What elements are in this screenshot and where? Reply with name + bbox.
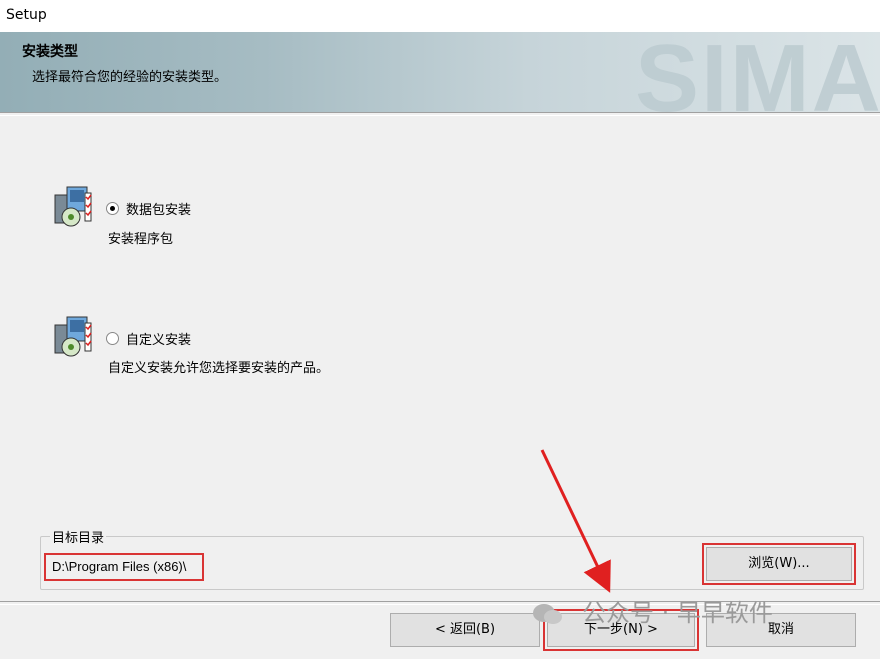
title-bar: Setup: [0, 0, 880, 33]
browse-button[interactable]: 浏览(W)...: [702, 543, 856, 585]
back-button[interactable]: < 返回(B): [390, 613, 540, 647]
window-title: Setup: [6, 7, 47, 23]
radio-custom-install[interactable]: [106, 332, 119, 345]
brand-watermark: SIMA: [635, 32, 880, 112]
page-title: 安装类型: [22, 44, 78, 60]
account-watermark: 公众号 · 早早软件: [532, 593, 773, 628]
option-custom-label[interactable]: 自定义安装: [126, 329, 191, 348]
page-subtitle: 选择最符合您的经验的安装类型。: [32, 70, 228, 85]
header-banner: 安装类型 选择最符合您的经验的安装类型。 SIMA: [0, 32, 880, 112]
option-package-desc: 安装程序包: [108, 232, 174, 247]
custom-install-icon: [53, 315, 93, 361]
radio-selected-dot: [110, 206, 115, 211]
option-package-label[interactable]: 数据包安装: [126, 199, 191, 218]
target-directory-label: 目标目录: [50, 527, 107, 546]
header-divider: [0, 112, 880, 116]
package-install-icon: [53, 185, 93, 231]
radio-package-install[interactable]: [106, 202, 119, 215]
watermark-text: 公众号 · 早早软件: [582, 599, 773, 627]
option-custom-desc: 自定义安装允许您选择要安装的产品。: [108, 361, 330, 376]
target-path-display: D:\Program Files (x86)\: [44, 553, 204, 581]
wechat-icon: [532, 602, 562, 626]
